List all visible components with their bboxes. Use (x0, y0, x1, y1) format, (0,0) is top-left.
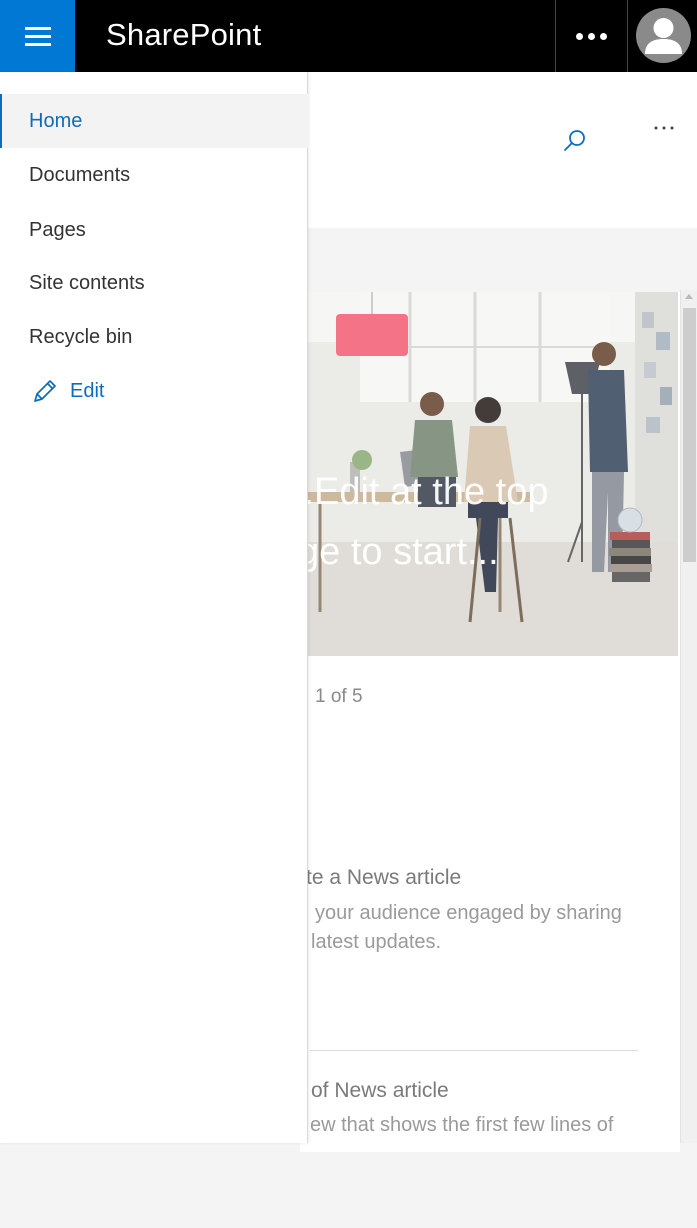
more-horizontal-icon (599, 32, 607, 40)
pencil-icon (34, 380, 56, 402)
news-description: your audience engaged by sharing (315, 902, 622, 924)
vertical-scrollbar[interactable] (680, 290, 697, 1143)
news-divider (310, 1050, 638, 1051)
hero-banner[interactable]: .Edit at the top ge to start... (300, 292, 678, 656)
nav-item-label: Home (29, 109, 83, 132)
suite-divider (627, 0, 628, 72)
nav-edit-link[interactable]: Edit (0, 364, 308, 418)
page-more-button[interactable] (652, 118, 678, 138)
nav-item-pages[interactable]: Pages (0, 203, 308, 257)
navigation-menu-button[interactable] (0, 0, 75, 72)
more-horizontal-icon (575, 32, 583, 40)
ellipsis-icon (654, 126, 674, 130)
news-title[interactable]: of News article (311, 1079, 449, 1103)
scrollbar-thumb[interactable] (683, 308, 696, 562)
nav-item-documents[interactable]: Documents (0, 148, 308, 202)
suite-more-button[interactable] (555, 0, 627, 72)
person-icon (645, 18, 682, 54)
account-avatar-button[interactable] (636, 8, 691, 63)
news-title[interactable]: te a News article (306, 866, 461, 890)
nav-item-label: Site contents (29, 271, 145, 294)
hero-text-line-2: ge to start... (300, 531, 499, 573)
nav-item-label: Documents (29, 163, 131, 186)
nav-item-label: Recycle bin (29, 325, 133, 348)
carousel-pager: 1 of 5 (315, 686, 363, 707)
app-title: SharePoint (106, 17, 262, 52)
nav-item-home[interactable]: Home (0, 94, 308, 148)
hamburger-menu-icon (24, 27, 51, 46)
nav-item-recycle-bin[interactable]: Recycle bin (0, 310, 308, 364)
more-horizontal-icon (587, 32, 595, 40)
nav-item-label: Pages (29, 218, 86, 241)
suite-bar: SharePoint (0, 0, 697, 72)
news-description: ew that shows the first few lines of (310, 1114, 614, 1136)
left-navigation-panel: Home Documents Pages Site contents Recyc… (0, 72, 308, 1143)
nav-item-site-contents[interactable]: Site contents (0, 256, 308, 310)
news-description: latest updates. (311, 931, 442, 953)
search-icon[interactable] (562, 128, 588, 154)
scroll-up-arrow-icon[interactable] (685, 294, 693, 299)
hero-text-line-1: .Edit at the top (303, 471, 549, 513)
nav-edit-label: Edit (70, 379, 105, 402)
